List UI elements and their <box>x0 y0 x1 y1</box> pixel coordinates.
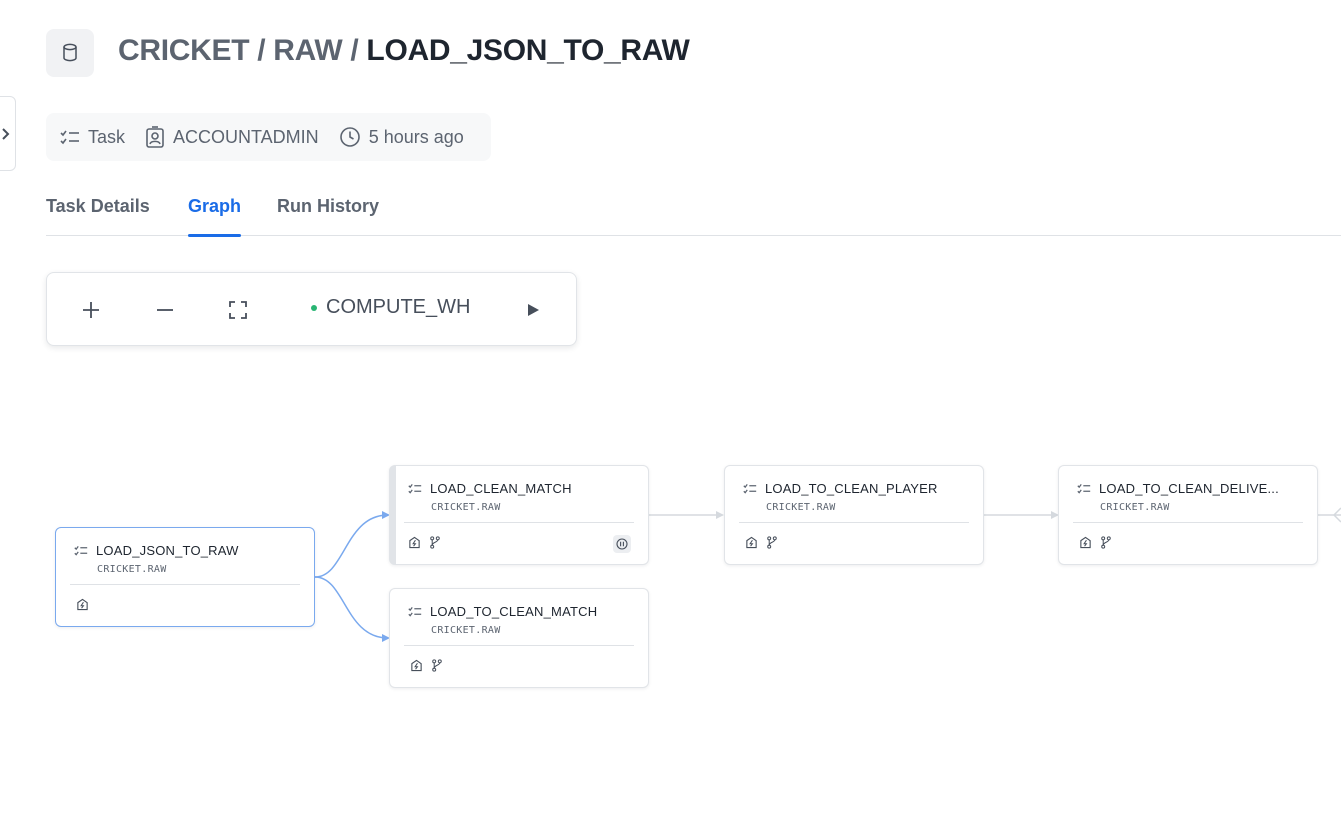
trigger-icon <box>746 536 757 549</box>
trigger-icon <box>1080 536 1091 549</box>
branch-icon <box>1101 536 1111 549</box>
task-list-icon <box>74 546 88 556</box>
divider <box>739 522 969 523</box>
divider <box>70 584 300 585</box>
task-node-schema: CRICKET.RAW <box>431 502 501 513</box>
trigger-icon <box>409 536 420 549</box>
task-list-icon <box>408 484 422 494</box>
divider <box>1073 522 1303 523</box>
divider <box>404 522 634 523</box>
edge-root-to-clean-match <box>314 514 389 578</box>
task-list-icon <box>1077 484 1091 494</box>
branch-icon <box>432 659 442 672</box>
task-node-name: LOAD_TO_CLEAN_DELIVE... <box>1099 481 1279 496</box>
task-node-load-to-clean-match[interactable]: LOAD_TO_CLEAN_MATCH CRICKET.RAW <box>389 588 649 688</box>
task-node-schema: CRICKET.RAW <box>1100 502 1170 513</box>
branch-icon <box>767 536 777 549</box>
task-node-load-to-clean-delivery[interactable]: LOAD_TO_CLEAN_DELIVE... CRICKET.RAW <box>1058 465 1318 565</box>
trigger-icon <box>411 659 422 672</box>
task-node-load-json-to-raw[interactable]: LOAD_JSON_TO_RAW CRICKET.RAW <box>55 527 315 627</box>
task-node-schema: CRICKET.RAW <box>766 502 836 513</box>
divider <box>404 645 634 646</box>
task-node-name: LOAD_CLEAN_MATCH <box>430 481 572 496</box>
task-list-icon <box>743 484 757 494</box>
task-node-name: LOAD_JSON_TO_RAW <box>96 543 239 558</box>
task-node-schema: CRICKET.RAW <box>97 564 167 575</box>
task-node-name: LOAD_TO_CLEAN_MATCH <box>430 604 598 619</box>
edge-root-to-load-to-clean-match <box>314 576 389 639</box>
task-node-load-to-clean-player[interactable]: LOAD_TO_CLEAN_PLAYER CRICKET.RAW <box>724 465 984 565</box>
task-list-icon <box>408 607 422 617</box>
trigger-icon <box>77 598 88 611</box>
task-node-name: LOAD_TO_CLEAN_PLAYER <box>765 481 938 496</box>
task-node-load-clean-match[interactable]: LOAD_CLEAN_MATCH CRICKET.RAW <box>389 465 649 565</box>
graph-edges <box>314 507 1341 642</box>
branch-icon <box>430 536 440 549</box>
pause-icon <box>616 538 628 550</box>
paused-status-button[interactable] <box>613 535 631 553</box>
task-node-schema: CRICKET.RAW <box>431 625 501 636</box>
